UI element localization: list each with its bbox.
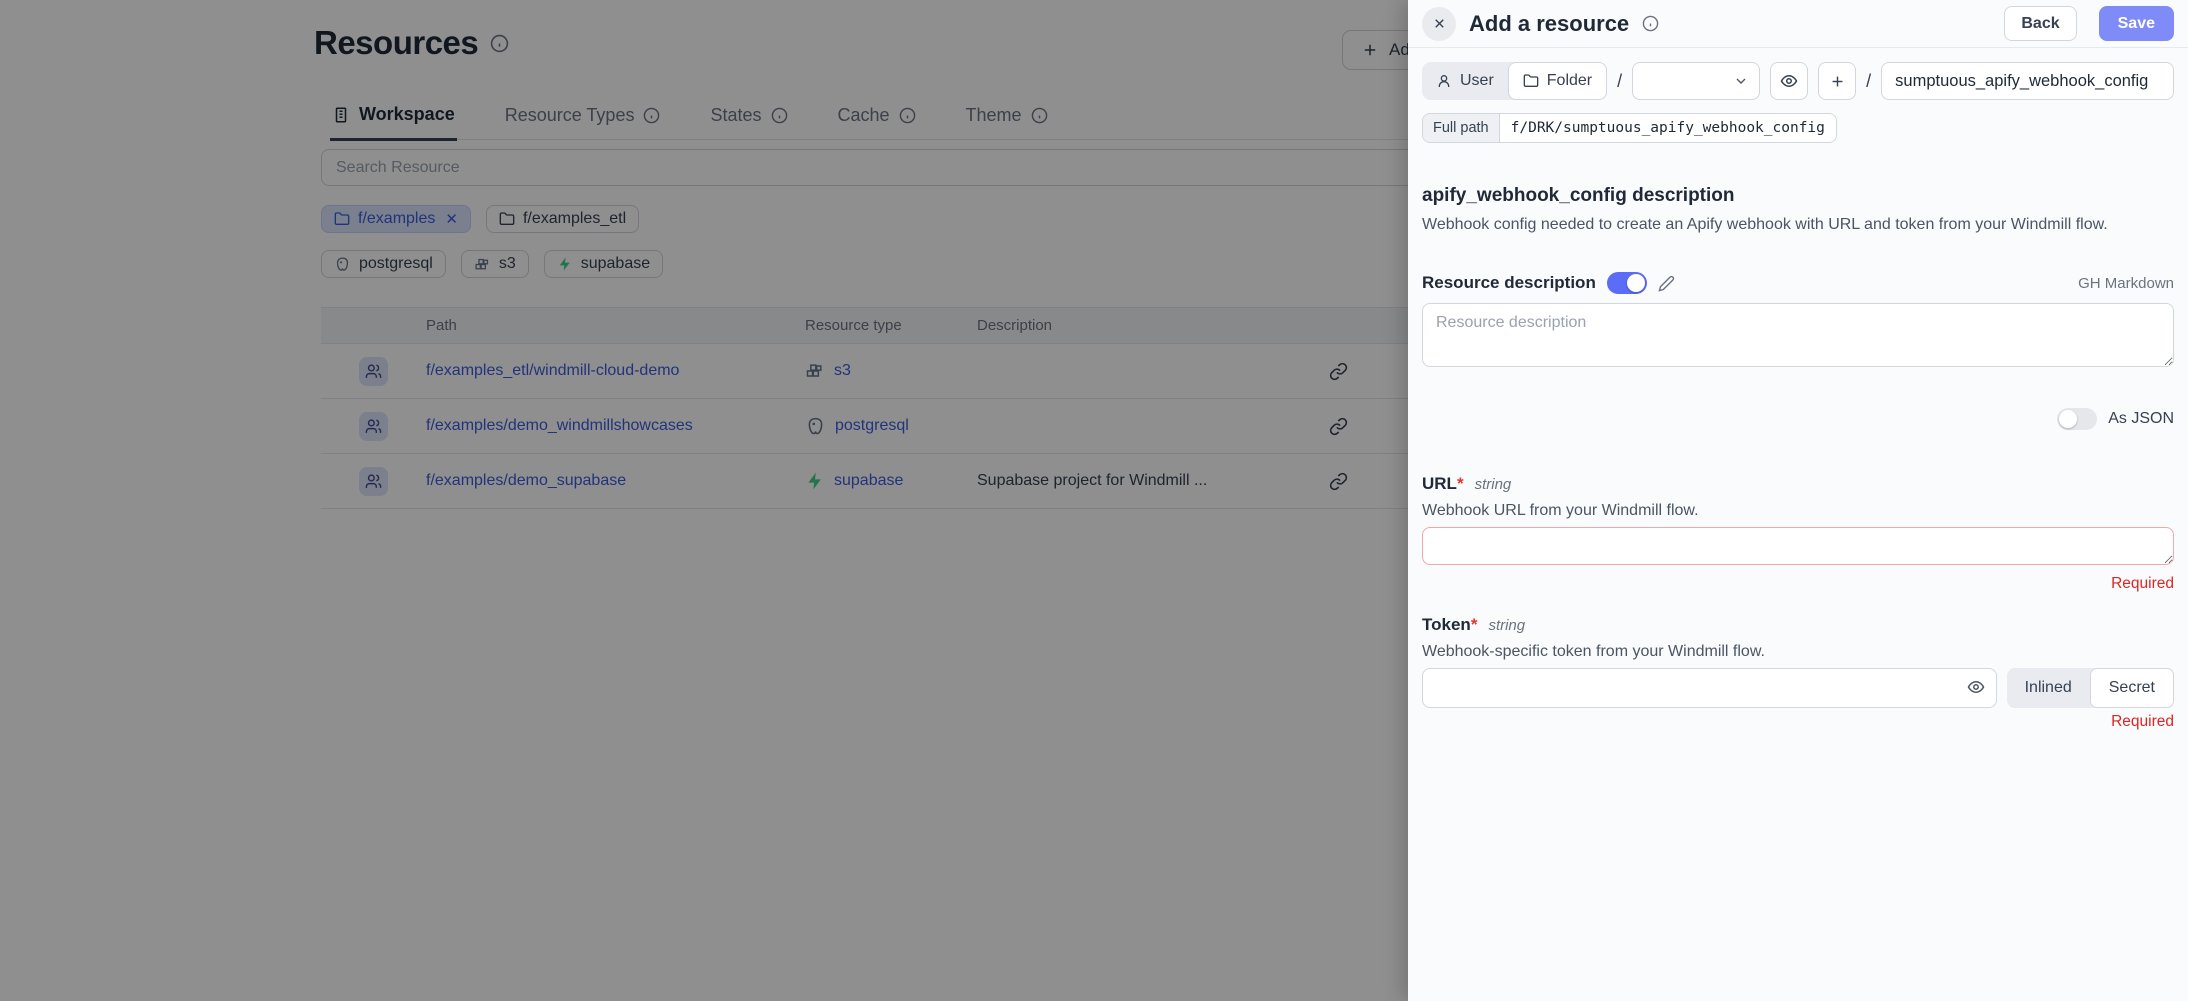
token-mode-toggle: Inlined Secret bbox=[2007, 668, 2174, 708]
chevron-down-icon bbox=[1733, 73, 1749, 89]
screen: Resources Add resource Workspace Resourc… bbox=[0, 0, 2188, 1001]
folder-select[interactable] bbox=[1632, 62, 1760, 100]
path-builder-row: User Folder / bbox=[1422, 62, 2174, 100]
eye-icon[interactable] bbox=[1967, 678, 1985, 696]
resource-description-row: Resource description GH Markdown bbox=[1422, 272, 2174, 294]
folder-icon bbox=[1523, 73, 1539, 89]
resource-description-textarea[interactable] bbox=[1422, 303, 2174, 367]
full-path-value: f/DRK/sumptuous_apify_webhook_config bbox=[1500, 114, 1836, 142]
as-json-label: As JSON bbox=[2108, 410, 2174, 428]
token-field-block: Token* string Webhook-specific token fro… bbox=[1422, 615, 2174, 731]
url-field-block: URL* string Webhook URL from your Windmi… bbox=[1422, 474, 2174, 593]
back-button[interactable]: Back bbox=[2004, 6, 2076, 41]
description-toggle[interactable] bbox=[1607, 272, 1647, 294]
drawer-title: Add a resource bbox=[1469, 11, 1629, 37]
pencil-icon[interactable] bbox=[1658, 275, 1675, 292]
token-field-label: Token* bbox=[1422, 615, 1477, 635]
resource-type-heading: apify_webhook_config description bbox=[1422, 185, 2174, 207]
token-required-note: Required bbox=[1422, 713, 2174, 731]
full-path-group: Full path f/DRK/sumptuous_apify_webhook_… bbox=[1422, 113, 1837, 143]
token-inlined-option[interactable]: Inlined bbox=[2007, 668, 2090, 708]
url-input[interactable] bbox=[1422, 527, 2174, 565]
gh-markdown-label: GH Markdown bbox=[2078, 275, 2174, 292]
eye-icon bbox=[1780, 72, 1798, 90]
url-field-label: URL* bbox=[1422, 474, 1464, 494]
info-icon bbox=[1642, 15, 1659, 32]
plus-icon bbox=[1829, 73, 1846, 90]
resource-name-input[interactable] bbox=[1881, 62, 2174, 100]
resource-description-label: Resource description bbox=[1422, 273, 1596, 293]
full-path-label: Full path bbox=[1423, 114, 1500, 142]
required-star: * bbox=[1457, 474, 1464, 493]
token-field-type: string bbox=[1488, 617, 1525, 634]
url-required-note: Required bbox=[1422, 575, 2174, 593]
save-button[interactable]: Save bbox=[2099, 6, 2174, 41]
as-json-row: As JSON bbox=[1422, 408, 2174, 430]
token-field-help: Webhook-specific token from your Windmil… bbox=[1422, 643, 2174, 661]
close-button[interactable] bbox=[1422, 7, 1456, 41]
required-star: * bbox=[1471, 615, 1478, 634]
owner-folder-option[interactable]: Folder bbox=[1508, 62, 1607, 100]
as-json-toggle[interactable] bbox=[2057, 408, 2097, 430]
resource-type-description: Webhook config needed to create an Apify… bbox=[1422, 216, 2174, 234]
url-field-type: string bbox=[1475, 476, 1512, 493]
owner-kind-toggle: User Folder bbox=[1422, 62, 1607, 100]
token-secret-option[interactable]: Secret bbox=[2090, 668, 2174, 708]
add-resource-drawer: Add a resource Back Save User bbox=[1408, 0, 2188, 1001]
close-icon bbox=[1432, 16, 1447, 31]
new-folder-button[interactable] bbox=[1818, 62, 1856, 100]
url-field-help: Webhook URL from your Windmill flow. bbox=[1422, 502, 2174, 520]
view-folder-button[interactable] bbox=[1770, 62, 1808, 100]
token-input[interactable] bbox=[1422, 668, 1997, 708]
user-icon bbox=[1436, 73, 1452, 89]
drawer-header: Add a resource Back Save bbox=[1408, 0, 2188, 48]
owner-user-option[interactable]: User bbox=[1422, 62, 1508, 100]
